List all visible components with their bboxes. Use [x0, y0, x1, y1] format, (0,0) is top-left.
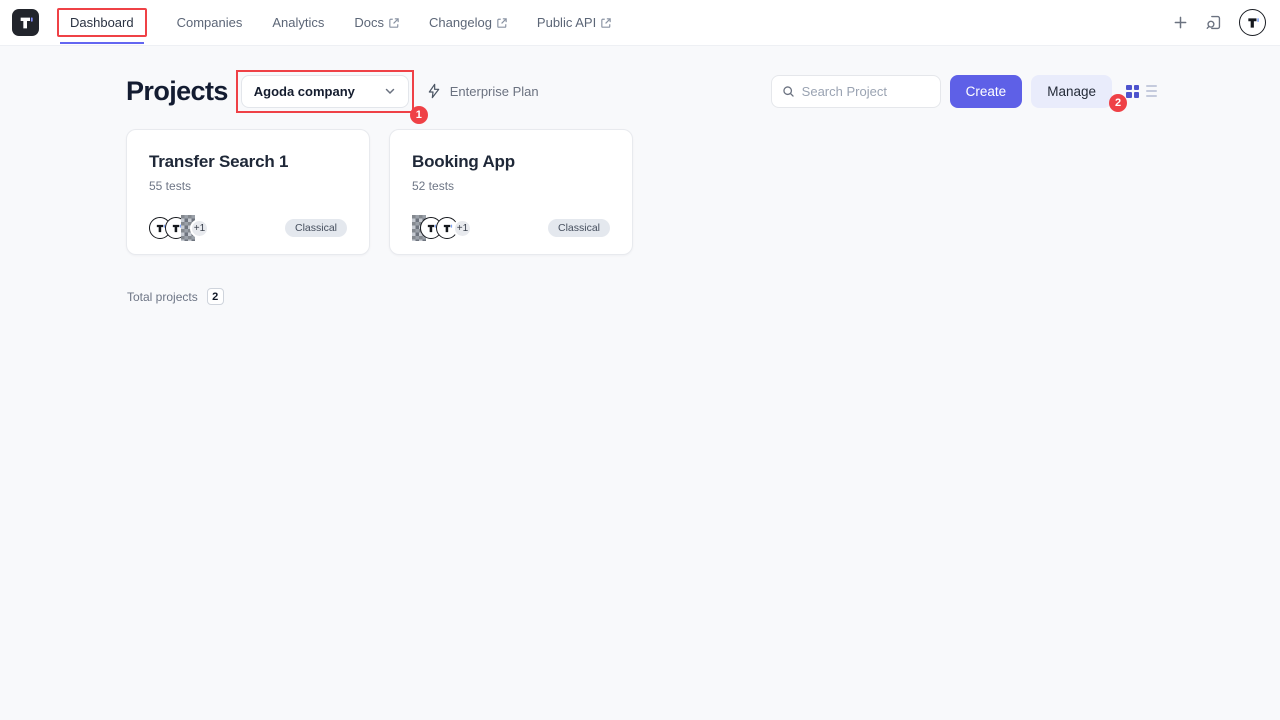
nav-item-label: Changelog — [429, 15, 492, 30]
top-navigation-bar: Dashboard Companies Analytics Docs Chang… — [0, 0, 1280, 46]
nav-item-docs[interactable]: Docs — [354, 15, 399, 30]
avatar-overflow-count: +1 — [453, 219, 472, 238]
nav-item-analytics[interactable]: Analytics — [272, 15, 324, 30]
external-link-icon — [601, 18, 611, 28]
search-input[interactable] — [802, 84, 930, 99]
total-projects-count: 2 — [207, 288, 224, 305]
total-projects-label: Total projects — [127, 290, 198, 304]
external-link-icon — [497, 18, 507, 28]
annotation-box-1: Agoda company 1 — [236, 70, 414, 113]
project-name: Transfer Search 1 — [149, 152, 347, 172]
search-icon — [782, 85, 795, 98]
brand-t-icon — [1246, 16, 1260, 30]
annotation-badge-1: 1 — [410, 106, 428, 124]
plan-indicator: Enterprise Plan — [426, 83, 539, 99]
add-icon[interactable] — [1173, 15, 1188, 30]
nav-item-label: Analytics — [272, 15, 324, 30]
card-footer: +1 Classical — [412, 215, 610, 241]
nav-item-label: Docs — [354, 15, 384, 30]
lightning-bolt-icon — [426, 83, 442, 99]
document-search-icon[interactable] — [1205, 14, 1222, 31]
member-avatar-stack: +1 — [412, 215, 472, 241]
plan-label: Enterprise Plan — [450, 84, 539, 99]
project-test-count: 55 tests — [149, 179, 347, 193]
view-toggle — [1126, 85, 1157, 98]
projects-header-row: Projects Agoda company 1 Enterprise Plan — [126, 70, 1157, 112]
chevron-down-icon — [384, 85, 396, 97]
nav-item-label: Dashboard — [70, 15, 134, 30]
nav-item-label: Companies — [177, 15, 243, 30]
project-name: Booking App — [412, 152, 610, 172]
total-projects-row: Total projects 2 — [127, 288, 1280, 305]
card-footer: +1 Classical — [149, 215, 347, 241]
list-view-icon[interactable] — [1146, 85, 1157, 98]
project-type-badge: Classical — [285, 219, 347, 237]
project-test-count: 52 tests — [412, 179, 610, 193]
nav-item-dashboard[interactable]: Dashboard — [57, 8, 147, 37]
nav-item-changelog[interactable]: Changelog — [429, 15, 507, 30]
page-title: Projects — [126, 76, 228, 107]
brand-t-icon — [18, 15, 34, 31]
nav-item-public-api[interactable]: Public API — [537, 15, 611, 30]
avatar-overflow-count: +1 — [190, 219, 209, 238]
nav-item-companies[interactable]: Companies — [177, 15, 243, 30]
app-logo[interactable] — [12, 9, 39, 36]
create-button[interactable]: Create — [950, 75, 1023, 108]
project-card-booking-app[interactable]: Booking App 52 tests +1 Classical — [389, 129, 633, 255]
company-selector-dropdown[interactable]: Agoda company — [241, 75, 409, 108]
nav-item-label: Public API — [537, 15, 596, 30]
user-avatar[interactable] — [1239, 9, 1266, 36]
topbar-actions — [1173, 9, 1266, 36]
project-type-badge: Classical — [548, 219, 610, 237]
project-card-transfer-search-1[interactable]: Transfer Search 1 55 tests +1 Classical — [126, 129, 370, 255]
project-search — [771, 75, 941, 108]
company-selector-value: Agoda company — [254, 84, 355, 99]
member-avatar-stack: +1 — [149, 215, 209, 241]
manage-button[interactable]: Manage — [1031, 75, 1112, 108]
annotation-badge-2: 2 — [1109, 94, 1127, 112]
grid-view-icon[interactable] — [1126, 85, 1139, 98]
main-nav: Dashboard Companies Analytics Docs Chang… — [57, 8, 611, 37]
project-card-grid: Transfer Search 1 55 tests +1 Classical … — [126, 129, 1280, 255]
external-link-icon — [389, 18, 399, 28]
